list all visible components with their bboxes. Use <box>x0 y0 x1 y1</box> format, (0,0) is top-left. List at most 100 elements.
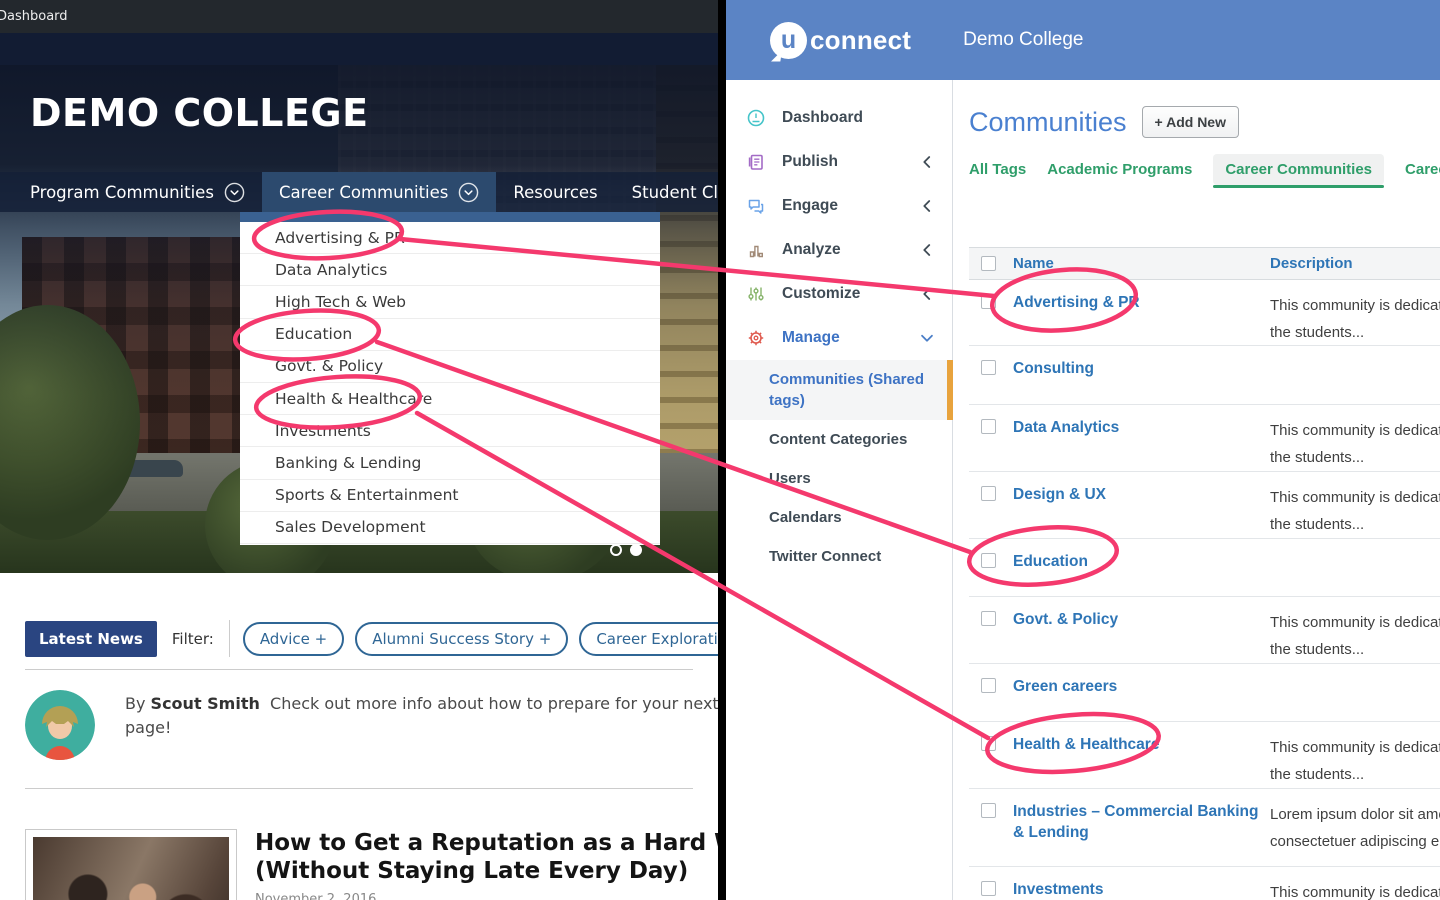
tab-career-topics[interactable]: Career Topics <box>1405 154 1440 185</box>
community-name-link[interactable]: Education <box>1013 551 1270 596</box>
nav-item-resources[interactable]: Resources <box>496 172 614 212</box>
sidebar-subitem-content-categories[interactable]: Content Categories <box>726 420 952 459</box>
table-header-row: Name Description <box>969 247 1440 280</box>
sidebar-item-publish[interactable]: Publish <box>726 140 952 184</box>
community-name-link[interactable]: Data Analytics <box>1013 417 1270 471</box>
dropdown-item-high-tech-web[interactable]: High Tech & Web <box>240 286 660 318</box>
description-line: the students... <box>1270 511 1440 538</box>
uconnect-logo[interactable]: u connect <box>770 22 911 59</box>
divider-line <box>25 669 693 670</box>
filter-pill-advice[interactable]: Advice + <box>243 622 344 656</box>
filter-pill-alumni-success-story[interactable]: Alumni Success Story + <box>355 622 568 656</box>
community-name-link[interactable]: Industries – Commercial Banking & Lendin… <box>1013 801 1270 866</box>
filter-pill-career-exploration[interactable]: Career Exploration + <box>579 622 718 656</box>
table-row-green-careers: Green careers <box>969 664 1440 722</box>
table-body: Advertising & PR This community is dedica… <box>969 280 1440 900</box>
dropdown-item-advertising-pr[interactable]: Advertising & PR <box>240 222 660 254</box>
community-description <box>1270 551 1440 596</box>
chevron-down-circle-icon <box>224 182 245 203</box>
nav-item-label: Program Communities <box>30 183 214 202</box>
chevron-left-icon <box>918 240 936 260</box>
nav-item-label: Student Clubs <box>632 183 718 202</box>
nav-item-career-communities[interactable]: Career Communities <box>262 172 496 212</box>
sidebar-item-label: Publish <box>782 153 918 171</box>
carousel-dot-2[interactable] <box>630 544 642 556</box>
community-description: This community is dedicated tothe studen… <box>1270 484 1440 538</box>
nav-item-student-clubs[interactable]: Student Clubs <box>615 172 718 212</box>
community-name-link[interactable]: Design & UX <box>1013 484 1270 538</box>
community-name-link[interactable]: Green careers <box>1013 676 1270 721</box>
row-checkbox[interactable] <box>981 678 996 693</box>
table-row-consulting: Consulting <box>969 346 1440 405</box>
sidebar-subitem-twitter-connect[interactable]: Twitter Connect <box>726 537 952 576</box>
manage-icon <box>746 328 768 348</box>
row-checkbox[interactable] <box>981 553 996 568</box>
post-text-line2: page! <box>125 716 718 740</box>
add-new-button[interactable]: + Add New <box>1142 106 1239 138</box>
column-header-description[interactable]: Description <box>1270 255 1353 272</box>
communities-table: Name Description Advertising & PR This co… <box>969 247 1440 900</box>
article-title-line1: How to Get a Reputation as a Hard Worker <box>255 829 718 857</box>
table-row-industries-commercial-banking-lending: Industries – Commercial Banking & Lendin… <box>969 789 1440 867</box>
row-checkbox[interactable] <box>981 360 996 375</box>
dropdown-item-govt-policy[interactable]: Govt. & Policy <box>240 351 660 383</box>
tab-all-tags[interactable]: All Tags <box>969 154 1026 185</box>
community-name-link[interactable]: Investments <box>1013 879 1270 900</box>
article-date: November 2, 2016 <box>255 892 718 900</box>
dropdown-item-banking-lending[interactable]: Banking & Lending <box>240 447 660 479</box>
row-checkbox[interactable] <box>981 736 996 751</box>
article-title[interactable]: How to Get a Reputation as a Hard Worker… <box>255 829 718 885</box>
community-name-link[interactable]: Health & Healthcare <box>1013 734 1270 788</box>
chevron-down-icon <box>918 328 936 348</box>
sidebar-item-analyze[interactable]: Analyze <box>726 228 952 272</box>
nav-item-program-communities[interactable]: Program Communities <box>0 172 262 212</box>
community-description: This community is dedicated to <box>1270 879 1440 900</box>
sidebar-item-engage[interactable]: Engage <box>726 184 952 228</box>
dropdown-item-sports-entertainment[interactable]: Sports & Entertainment <box>240 480 660 512</box>
dropdown-item-health-healthcare[interactable]: Health & Healthcare <box>240 383 660 415</box>
row-checkbox[interactable] <box>981 294 996 309</box>
row-checkbox[interactable] <box>981 611 996 626</box>
tag-type-tabs: All Tags Academic Programs Career Communit… <box>969 154 1440 185</box>
community-name-link[interactable]: Advertising & PR <box>1013 292 1270 345</box>
carousel-dot-1[interactable] <box>610 544 622 556</box>
row-checkbox[interactable] <box>981 419 996 434</box>
chevron-left-icon <box>918 284 936 304</box>
select-all-checkbox[interactable] <box>981 256 996 271</box>
row-checkbox[interactable] <box>981 803 996 818</box>
screenshot-divider <box>718 0 726 900</box>
community-description: This community is dedicated tothe studen… <box>1270 609 1440 663</box>
sidebar-subitem-communities-shared-tags[interactable]: Communities (Shared tags) <box>726 360 952 420</box>
tab-academic-programs[interactable]: Academic Programs <box>1047 154 1192 185</box>
dropdown-item-education[interactable]: Education <box>240 319 660 351</box>
sidebar-subitem-users[interactable]: Users <box>726 459 952 498</box>
column-header-name[interactable]: Name <box>1013 255 1270 272</box>
community-name-link[interactable]: Govt. & Policy <box>1013 609 1270 663</box>
author-avatar <box>25 690 95 760</box>
analyze-icon <box>746 240 768 260</box>
admin-bar-dashboard-link[interactable]: Dashboard <box>0 9 68 24</box>
page-title: Communities <box>969 107 1127 138</box>
admin-sidebar: Dashboard Publish EngageAnalyzeCustomizeMa… <box>726 80 953 900</box>
row-checkbox[interactable] <box>981 486 996 501</box>
dropdown-item-data-analytics[interactable]: Data Analytics <box>240 254 660 286</box>
sidebar-subitem-calendars[interactable]: Calendars <box>726 498 952 537</box>
sidebar-item-dashboard[interactable]: Dashboard <box>726 96 952 140</box>
latest-news-button[interactable]: Latest News <box>25 621 157 657</box>
article-thumbnail[interactable] <box>25 829 237 900</box>
site-title: DEMO COLLEGE <box>30 91 369 135</box>
row-checkbox[interactable] <box>981 881 996 896</box>
news-post-text: By Scout Smith Check out more info about… <box>125 690 718 760</box>
tab-career-communities[interactable]: Career Communities <box>1213 154 1384 185</box>
article-photo <box>33 837 229 900</box>
dropdown-item-investments[interactable]: Investments <box>240 415 660 447</box>
community-name-link[interactable]: Consulting <box>1013 358 1270 404</box>
description-line: the students... <box>1270 761 1440 788</box>
community-description: This community is dedicated tothe studen… <box>1270 734 1440 788</box>
dropdown-item-sales-development[interactable]: Sales Development <box>240 512 660 544</box>
uconnect-admin-screenshot: u connect Demo College DashboardPublishE… <box>726 0 1440 900</box>
chevron-down-circle-icon <box>458 182 479 203</box>
sidebar-item-manage[interactable]: Manage <box>726 316 952 360</box>
description-line: This community is dedicated to <box>1270 879 1440 900</box>
sidebar-item-customize[interactable]: Customize <box>726 272 952 316</box>
